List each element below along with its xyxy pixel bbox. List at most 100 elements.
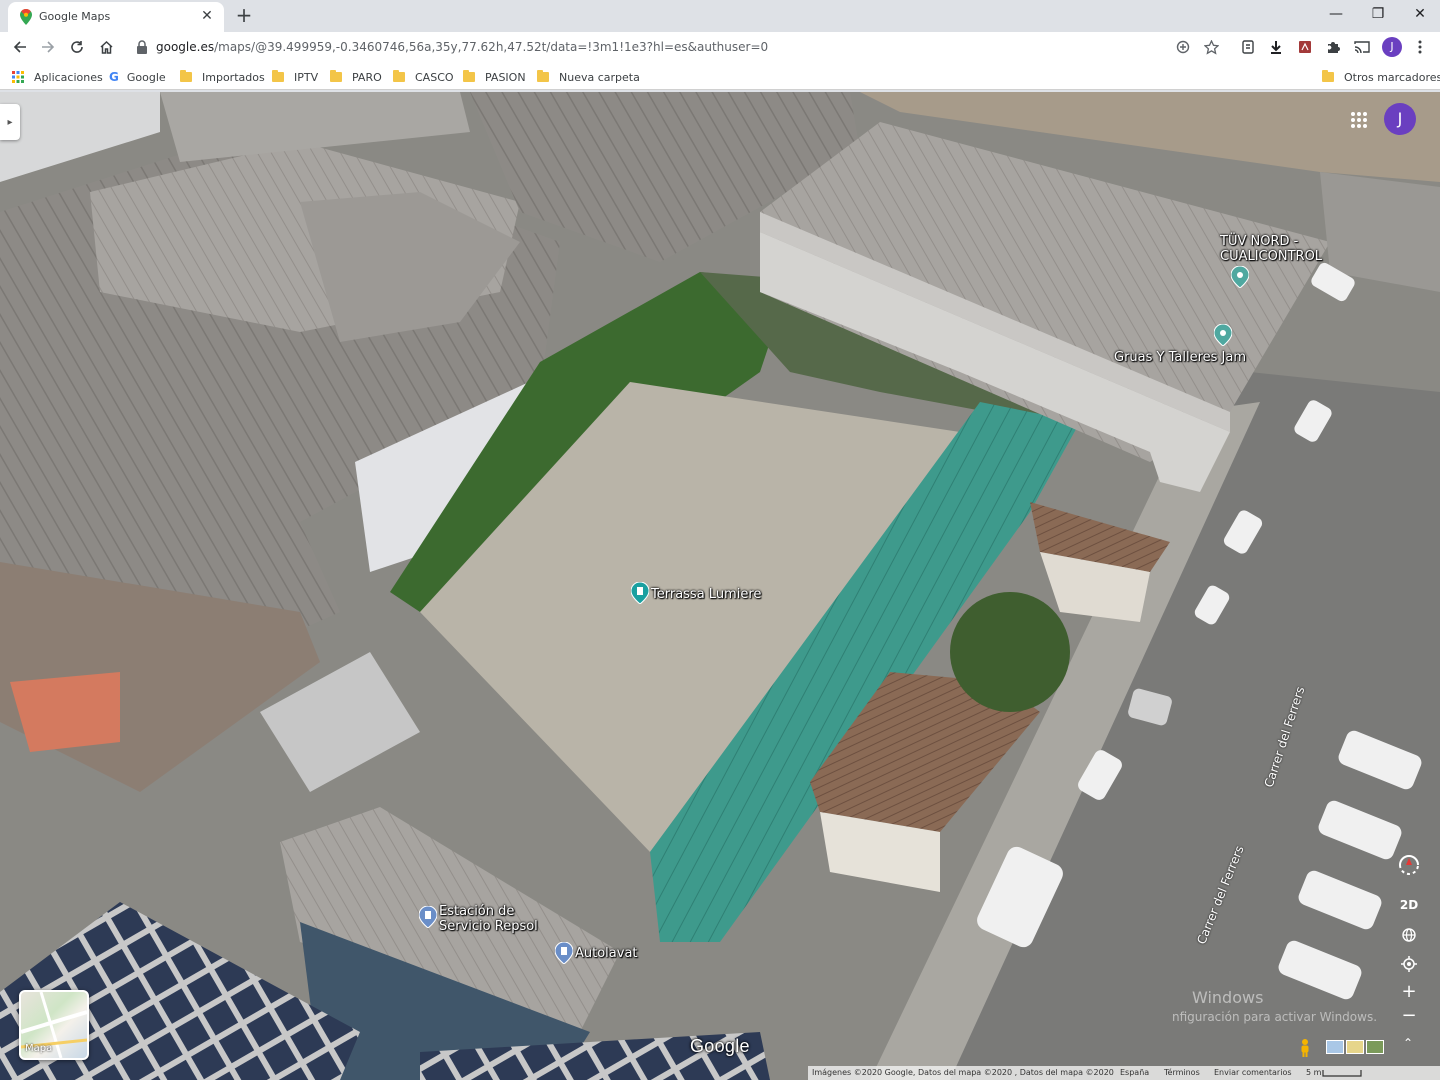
- place-label-terrassa[interactable]: Terrassa Lumiere: [651, 587, 761, 602]
- folder-icon: [537, 70, 549, 82]
- close-window-button[interactable]: ✕: [1398, 2, 1440, 26]
- chevron-up-icon: ⌃: [1402, 1036, 1414, 1050]
- attribution-imagery: Imágenes ©2020 Google, Datos del mapa ©2…: [812, 1068, 1114, 1077]
- kebab-menu-icon: [1418, 40, 1422, 54]
- home-button[interactable]: [94, 35, 118, 59]
- folder-icon: [1322, 70, 1334, 82]
- google-apps-icon[interactable]: [1350, 111, 1368, 129]
- bookmark-google[interactable]: G Google: [109, 69, 166, 85]
- zoom-out-button[interactable]: −: [1396, 1004, 1422, 1028]
- rotate-view-button[interactable]: [1396, 852, 1422, 878]
- bookmark-nueva-carpeta[interactable]: Nueva carpeta: [537, 69, 640, 85]
- tab-close-icon[interactable]: ✕: [198, 7, 216, 25]
- google-maps-icon: [20, 9, 32, 25]
- account-avatar[interactable]: J: [1384, 103, 1416, 135]
- minimize-button[interactable]: —: [1314, 2, 1358, 26]
- map-layer-switcher[interactable]: Mapa: [19, 990, 89, 1060]
- folder-icon: [463, 70, 475, 82]
- tab-google-maps[interactable]: Google Maps ✕: [8, 2, 224, 32]
- url-text[interactable]: google.es/maps/@39.499959,-0.3460746,56a…: [156, 40, 768, 54]
- place-pin-icon[interactable]: [1231, 266, 1249, 288]
- back-arrow-icon: [13, 41, 26, 53]
- profile-avatar[interactable]: J: [1382, 37, 1402, 57]
- download-icon: [1271, 41, 1281, 54]
- place-pin-icon[interactable]: [555, 942, 573, 964]
- pegman-street-view-icon[interactable]: [1298, 1038, 1312, 1058]
- imagery-thumbnails[interactable]: [1326, 1040, 1384, 1054]
- tab-title: Google Maps: [39, 10, 111, 23]
- bookmark-iptv[interactable]: IPTV: [272, 69, 318, 85]
- reload-button[interactable]: [65, 35, 89, 59]
- thumbnail-2[interactable]: [1346, 1040, 1364, 1054]
- view-2d-button[interactable]: 2D: [1396, 892, 1422, 918]
- cast-icon: [1354, 41, 1370, 54]
- url-path: /maps/@39.499959,-0.3460746,56a,35y,77.6…: [214, 40, 769, 54]
- bookmark-apps[interactable]: Aplicaciones: [12, 69, 103, 85]
- puzzle-icon: [1328, 42, 1340, 53]
- scale-bar-icon: [1322, 1070, 1362, 1077]
- install-app-button[interactable]: [1171, 35, 1195, 59]
- extension-pdf-button[interactable]: [1293, 35, 1317, 59]
- restore-button[interactable]: ❐: [1356, 2, 1400, 26]
- place-pin-icon[interactable]: [419, 906, 437, 928]
- thumbnail-3[interactable]: [1366, 1040, 1384, 1054]
- new-tab-button[interactable]: +: [233, 4, 255, 26]
- reload-icon: [71, 41, 83, 53]
- bookmark-casco[interactable]: CASCO: [393, 69, 454, 85]
- address-bar[interactable]: google.es/maps/@39.499959,-0.3460746,56a…: [126, 34, 1228, 60]
- reader-icon: [1242, 40, 1254, 54]
- forward-button[interactable]: [36, 35, 60, 59]
- my-location-icon: [1401, 956, 1417, 972]
- thumbnail-1[interactable]: [1326, 1040, 1344, 1054]
- place-label-gruas[interactable]: Gruas Y Talleres Jam: [1114, 350, 1246, 365]
- side-panel-toggle[interactable]: ▸: [0, 104, 20, 140]
- rotate-compass-icon: [1399, 855, 1419, 875]
- bookmark-paro[interactable]: PARO: [330, 69, 382, 85]
- bookmark-importados[interactable]: Importados: [180, 69, 265, 85]
- terms-link[interactable]: Términos: [1164, 1066, 1200, 1080]
- bookmark-label: PASION: [485, 70, 526, 84]
- apps-grid-icon: [12, 71, 24, 83]
- download-button[interactable]: [1264, 35, 1288, 59]
- attribution-country[interactable]: España: [1120, 1066, 1149, 1080]
- place-pin-icon[interactable]: [1214, 324, 1232, 346]
- bookmark-star-button[interactable]: [1199, 35, 1223, 59]
- place-label-autolavat[interactable]: Autolavat: [575, 946, 638, 961]
- my-location-button[interactable]: [1396, 951, 1422, 977]
- google-logo: Google: [690, 1036, 750, 1056]
- extension-reader-button[interactable]: [1236, 35, 1260, 59]
- forward-arrow-icon: [42, 41, 55, 53]
- place-pin-icon[interactable]: [631, 582, 649, 604]
- globe-icon: [1402, 928, 1416, 942]
- lock-icon[interactable]: [136, 40, 148, 54]
- folder-icon: [330, 70, 342, 82]
- scale-label[interactable]: 5 m: [1306, 1066, 1321, 1080]
- bookmark-label: PARO: [352, 70, 382, 84]
- zoom-in-button[interactable]: +: [1396, 980, 1422, 1004]
- attribution-bar: Imágenes ©2020 Google, Datos del mapa ©2…: [808, 1066, 1440, 1080]
- home-icon: [99, 40, 113, 54]
- folder-icon: [272, 70, 284, 82]
- cast-button[interactable]: [1350, 35, 1374, 59]
- globe-view-button[interactable]: [1396, 922, 1422, 948]
- bookmark-pasion[interactable]: PASION: [463, 69, 526, 85]
- google-g-icon: G: [109, 70, 119, 84]
- place-label-tuv[interactable]: TÜV NORD - CUALICONTROL: [1220, 234, 1322, 264]
- tab-strip: Google Maps ✕ + — ❐ ✕: [0, 0, 1440, 32]
- bookmark-label: Nueva carpeta: [559, 70, 640, 84]
- browser-menu-button[interactable]: [1408, 35, 1432, 59]
- bookmark-apps-label: Aplicaciones: [34, 70, 103, 84]
- place-label-repsol[interactable]: Estación de Servicio Repsol: [439, 904, 538, 934]
- map-canvas[interactable]: ▸ J TÜV NORD - CUALICONTROL Gruas Y Tall…: [0, 92, 1440, 1080]
- expand-imagery-button[interactable]: ⌃: [1400, 1036, 1416, 1056]
- bookmark-label: CASCO: [415, 70, 454, 84]
- url-host: google.es: [156, 40, 215, 54]
- bookmark-label: IPTV: [294, 70, 319, 84]
- send-feedback-link[interactable]: Enviar comentarios: [1214, 1066, 1292, 1080]
- chevron-right-icon: ▸: [7, 116, 13, 128]
- windows-watermark-title: Windows: [1192, 988, 1264, 1007]
- bookmark-label: Otros marcadores: [1344, 70, 1440, 84]
- extensions-button[interactable]: [1321, 35, 1345, 59]
- bookmark-other[interactable]: Otros marcadores: [1322, 69, 1440, 85]
- back-button[interactable]: [8, 35, 32, 59]
